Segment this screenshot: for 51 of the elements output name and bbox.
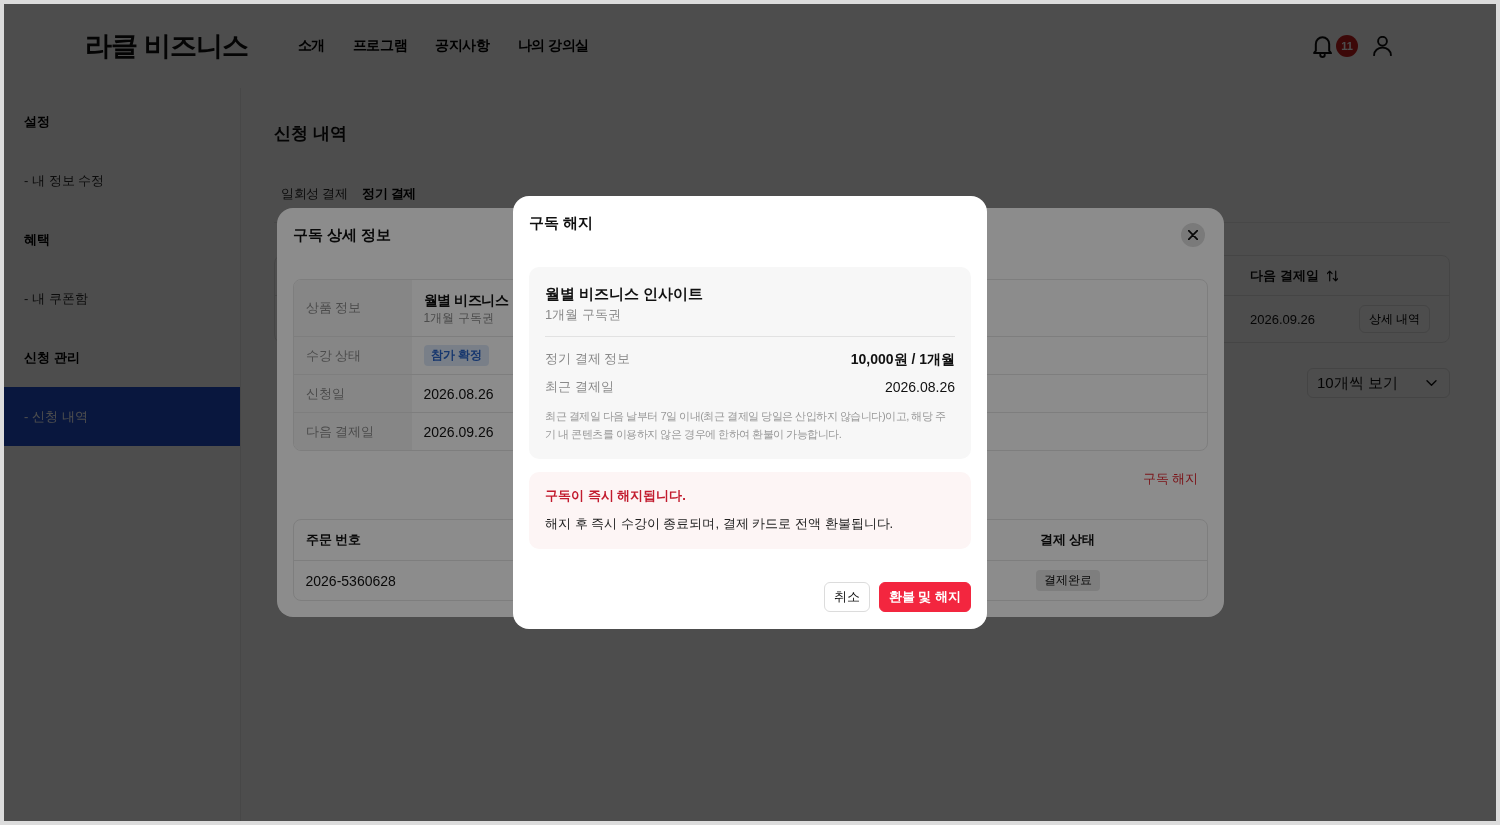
cancel-subscription-link[interactable]: 구독 해지 bbox=[1142, 469, 1199, 489]
field-label: 정기 결제 정보 bbox=[545, 350, 631, 368]
warning-title: 구독이 즉시 해지됩니다. bbox=[545, 487, 686, 505]
nav-link[interactable]: 나의 강의실 bbox=[517, 37, 590, 55]
refund-cancel-button[interactable]: 환불 및 해지 bbox=[878, 582, 971, 612]
nav-link[interactable]: 프로그램 bbox=[352, 37, 408, 55]
cancel-button[interactable]: 취소 bbox=[823, 582, 870, 612]
product-name: 월별 비즈니스 인사이트 bbox=[545, 284, 704, 304]
sidebar-heading: 혜택 bbox=[24, 230, 50, 249]
product-name: 월별 비즈니스 bbox=[423, 291, 509, 310]
bell-icon[interactable] bbox=[1313, 34, 1332, 58]
sidebar-heading: 신청 관리 bbox=[24, 348, 80, 367]
payment-status-badge: 결제완료 bbox=[1035, 570, 1100, 591]
field-label: 다음 결제일 bbox=[305, 422, 375, 441]
refund-policy-note: 최근 결제일 다음 날부터 7일 이내(최근 결제일 당일은 산입하지 않습니다)이고, 해당 주기 내 콘텐츠를 이용하지 않은 경우에 한하여 환불이 가능합니다. bbox=[545, 409, 947, 442]
nav-link[interactable]: 공지사항 bbox=[435, 37, 490, 55]
column-header[interactable]: 다음 결제일 bbox=[1250, 266, 1319, 285]
page-title: 신청 내역 bbox=[274, 123, 347, 145]
field-value: 2026.09.26 bbox=[423, 423, 494, 440]
notification-badge: 11 bbox=[1336, 35, 1358, 57]
close-button[interactable] bbox=[1180, 223, 1205, 247]
field-label: 신청일 bbox=[305, 384, 345, 403]
details-button[interactable]: 상세 내역 bbox=[1358, 305, 1430, 333]
field-value: 2026.08.26 bbox=[884, 378, 955, 397]
sidebar-item[interactable]: - 내 정보 수정 bbox=[4, 151, 240, 210]
sidebar-heading: 설정 bbox=[24, 112, 50, 131]
nav-link[interactable]: 소개 bbox=[297, 37, 325, 55]
close-icon bbox=[1187, 230, 1198, 240]
dialog-title: 구독 상세 정보 bbox=[292, 225, 391, 245]
tab[interactable]: 일회성 결제 bbox=[274, 178, 355, 223]
sort-icon[interactable] bbox=[1326, 269, 1338, 282]
warning-message: 해지 후 즉시 수강이 종료되며, 결제 카드로 전액 환불됩니다. bbox=[545, 515, 894, 533]
field-label: 상품 정보 bbox=[305, 299, 362, 317]
status-badge: 참가 확정 bbox=[423, 345, 489, 366]
site-logo[interactable]: 라클 비즈니스 bbox=[85, 28, 248, 64]
user-icon[interactable] bbox=[1373, 36, 1392, 56]
page-size-select[interactable]: 10개씩 보기 bbox=[1307, 368, 1450, 398]
field-label: 수강 상태 bbox=[305, 346, 362, 365]
field-label: 최근 결제일 bbox=[545, 378, 614, 396]
field-value: 10,000원 / 1개월 bbox=[850, 350, 955, 369]
sidebar-item[interactable]: - 신청 내역 bbox=[4, 387, 240, 446]
product-plan: 1개월 구독권 bbox=[545, 306, 621, 324]
field-value: 2026.08.26 bbox=[423, 385, 494, 402]
sidebar-item[interactable]: - 내 쿠폰함 bbox=[4, 269, 240, 328]
table-cell: 2026.09.26 bbox=[1250, 311, 1316, 327]
column-header: 주문 번호 bbox=[305, 531, 362, 549]
product-plan: 1개월 구독권 bbox=[423, 310, 494, 326]
chevron-down-icon bbox=[1426, 380, 1437, 386]
dialog-title: 구독 해지 bbox=[529, 213, 594, 233]
column-header: 결제 상태 bbox=[1039, 531, 1096, 549]
order-number-cell: 2026-5360628 bbox=[305, 572, 396, 589]
